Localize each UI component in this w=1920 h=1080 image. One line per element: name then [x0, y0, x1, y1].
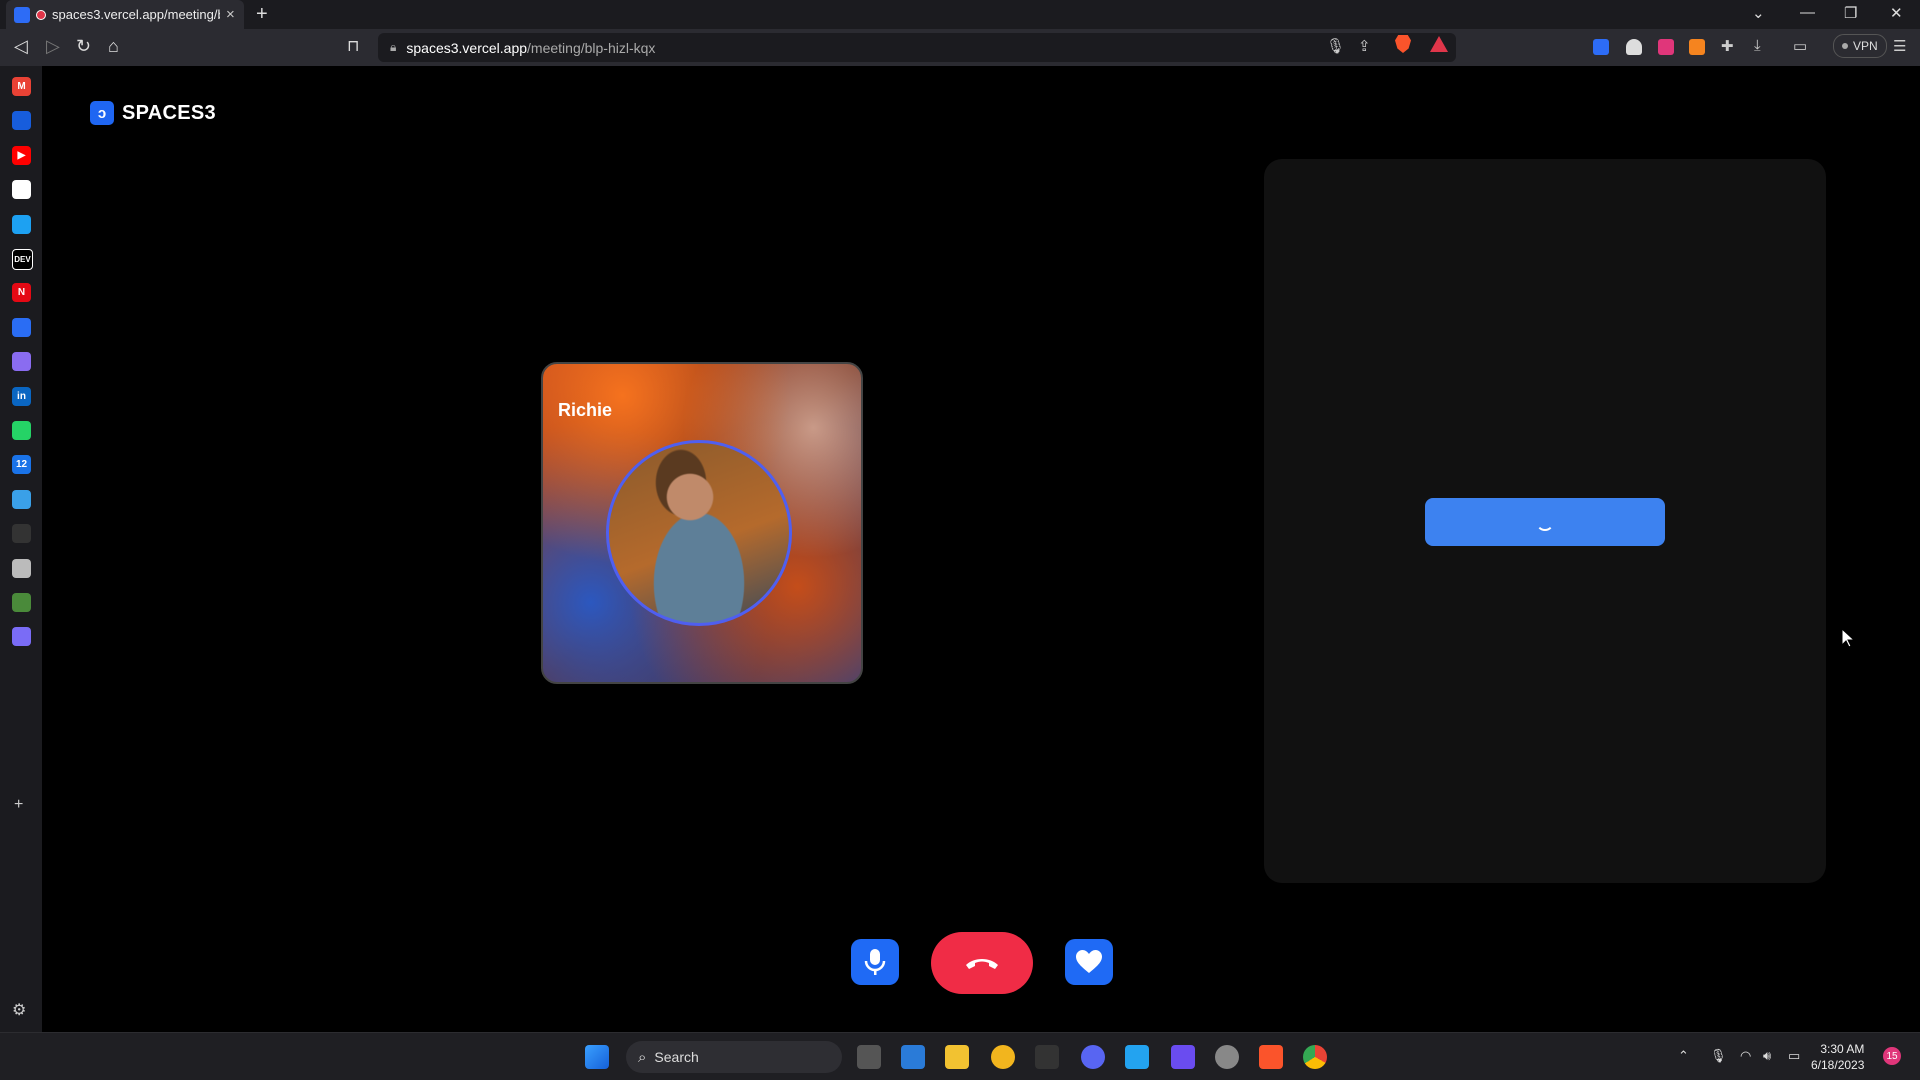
restore-button[interactable]: ❐ — [1844, 4, 1857, 22]
downloads-icon[interactable]: ⤓ — [1754, 37, 1761, 54]
volume-icon[interactable]: 🔊︎ — [1763, 1048, 1771, 1064]
loading-button[interactable] — [1425, 498, 1665, 546]
sidebar-whatsapp-icon[interactable] — [12, 421, 31, 440]
terminal-icon[interactable] — [1035, 1045, 1059, 1069]
sidebar-settings-gear-icon[interactable]: ⚙︎ — [12, 1000, 26, 1020]
tray-microphone-icon[interactable]: 🎙︎ — [1710, 1048, 1727, 1064]
sidebar-netflix-icon[interactable]: N — [12, 283, 31, 303]
battery-icon[interactable]: ▭ — [1788, 1048, 1800, 1064]
home-button[interactable]: ⌂ — [108, 36, 119, 57]
sidebar-app-cyan-icon[interactable] — [12, 489, 31, 509]
new-tab-button[interactable]: + — [256, 3, 268, 26]
end-call-button[interactable] — [931, 932, 1033, 994]
clock-time: 3:30 AM — [1820, 1042, 1865, 1056]
browser-sidebar: + ⚙︎ M ▶ DEV Nin 12 — [0, 66, 42, 1032]
sidebar-app-star-icon[interactable] — [12, 627, 31, 647]
url-text: spaces3.vercel.app/meeting/blp-hizl-kqx — [406, 39, 656, 56]
forward-button[interactable]: ▷ — [46, 36, 60, 57]
side-panel — [1264, 159, 1826, 883]
logo-text: SPACES3 — [122, 101, 216, 124]
app-gray-circle-icon[interactable] — [1215, 1045, 1239, 1069]
lock-icon: 🔒︎ — [390, 40, 397, 54]
close-tab-icon[interactable]: × — [226, 6, 235, 23]
sidebar-twitter-icon[interactable] — [12, 214, 31, 234]
clock-date: 6/18/2023 — [1811, 1058, 1865, 1072]
tab-title: spaces3.vercel.app/meeting/bl — [52, 7, 220, 22]
sidebar-youtube-icon[interactable]: ▶ — [12, 145, 31, 165]
address-bar[interactable]: 🔒︎ spaces3.vercel.app/meeting/blp-hizl-k… — [378, 33, 1456, 62]
vscode-icon[interactable] — [1125, 1045, 1149, 1069]
windows-taskbar: ⌕ Search ⌃ 🎙︎ ◠ 🔊︎ ▭ 3:30 AM 6/18/2023 1… — [0, 1032, 1920, 1080]
loading-spinner-icon — [1536, 513, 1554, 531]
back-button[interactable]: ◁ — [14, 36, 28, 57]
participant-tile: Richie — [541, 362, 863, 684]
browser-tab[interactable]: spaces3.vercel.app/meeting/bl × — [6, 0, 244, 29]
brave-taskbar-icon[interactable] — [1259, 1045, 1283, 1069]
heart-icon — [1076, 950, 1102, 973]
meeting-page: ↄ SPACES3 Richie — [42, 66, 1920, 1032]
discord-icon[interactable] — [1081, 1045, 1105, 1069]
recording-indicator-icon — [36, 9, 46, 20]
sidebar-app-dark-icon[interactable] — [12, 524, 31, 544]
participant-avatar — [606, 440, 792, 626]
bookmark-icon[interactable]: ⊓ — [347, 36, 359, 56]
vpn-button[interactable]: VPN — [1833, 34, 1887, 58]
call-controls — [42, 930, 1920, 994]
extension-blue-icon[interactable] — [1593, 39, 1609, 55]
tab-strip: spaces3.vercel.app/meeting/bl × + ⌄ — ❐ … — [0, 0, 1920, 29]
extensions-puzzle-icon[interactable]: ✚ — [1721, 37, 1734, 55]
spaces3-logo-icon: ↄ — [90, 101, 114, 125]
vpn-status-dot — [1842, 43, 1848, 49]
sidebar-dev-icon[interactable]: DEV — [12, 249, 33, 270]
sidebar-app-green-icon[interactable] — [12, 593, 31, 612]
reaction-button[interactable] — [1065, 939, 1113, 985]
search-label: Search — [654, 1049, 699, 1065]
metamask-icon[interactable] — [1689, 39, 1705, 55]
microphone-icon — [864, 949, 886, 975]
add-sidebar-item-icon[interactable]: + — [14, 796, 23, 814]
close-window-button[interactable]: ✕ — [1890, 4, 1903, 22]
brave-rewards-icon[interactable] — [1430, 36, 1448, 52]
wallet-icon[interactable]: ▭ — [1793, 37, 1807, 55]
obsidian-icon[interactable] — [1171, 1045, 1195, 1069]
spaces3-logo[interactable]: ↄ SPACES3 — [90, 101, 216, 125]
share-icon[interactable]: ⇪ — [1358, 37, 1371, 55]
phone-hangup-icon — [966, 959, 998, 969]
chrome-icon[interactable] — [1303, 1045, 1327, 1069]
tab-search-chevron-icon[interactable]: ⌄ — [1752, 4, 1765, 22]
vpn-label: VPN — [1853, 39, 1878, 53]
sidebar-calendar-icon[interactable]: 12 — [12, 455, 31, 475]
wifi-icon[interactable]: ◠ — [1740, 1048, 1751, 1064]
search-icon: ⌕ — [638, 1048, 647, 1066]
minimize-button[interactable]: — — [1800, 4, 1815, 21]
sidebar-app-purple-icon[interactable] — [12, 352, 31, 372]
windows-start-icon[interactable] — [585, 1045, 609, 1069]
spaces3-favicon-icon — [14, 6, 30, 23]
microphone-permission-icon[interactable]: 🎙︎ — [1326, 37, 1345, 55]
extension-cloud-icon[interactable] — [1626, 39, 1642, 55]
browser-toolbar: ◁ ▷ ↻ ⌂ ⊓ 🔒︎ spaces3.vercel.app/meeting/… — [0, 29, 1920, 66]
notification-badge[interactable]: 15 — [1883, 1047, 1901, 1065]
tray-overflow-chevron-icon[interactable]: ⌃ — [1678, 1048, 1689, 1064]
sidebar-bitwarden-icon[interactable] — [12, 111, 31, 131]
reload-button[interactable]: ↻ — [76, 36, 91, 57]
microphone-button[interactable] — [851, 939, 899, 985]
sidebar-app-gray-icon[interactable] — [12, 558, 31, 578]
sidebar-github-icon[interactable] — [12, 180, 31, 200]
sidebar-linkedin-icon[interactable]: in — [12, 386, 31, 406]
sidebar-gmail-icon[interactable]: M — [12, 77, 31, 96]
taskbar-search[interactable]: ⌕ Search — [626, 1041, 842, 1073]
microsoft-store-icon[interactable] — [901, 1045, 925, 1069]
participant-name: Richie — [558, 400, 613, 420]
taskbar-clock[interactable]: 3:30 AM 6/18/2023 — [1811, 1041, 1864, 1073]
task-view-icon[interactable] — [857, 1045, 881, 1069]
extension-pink-icon[interactable] — [1658, 39, 1674, 55]
menu-icon[interactable]: ☰ — [1893, 37, 1906, 55]
app-yellow-icon[interactable] — [991, 1045, 1015, 1069]
file-explorer-icon[interactable] — [945, 1045, 969, 1069]
sidebar-app-blue-icon[interactable] — [12, 317, 31, 337]
